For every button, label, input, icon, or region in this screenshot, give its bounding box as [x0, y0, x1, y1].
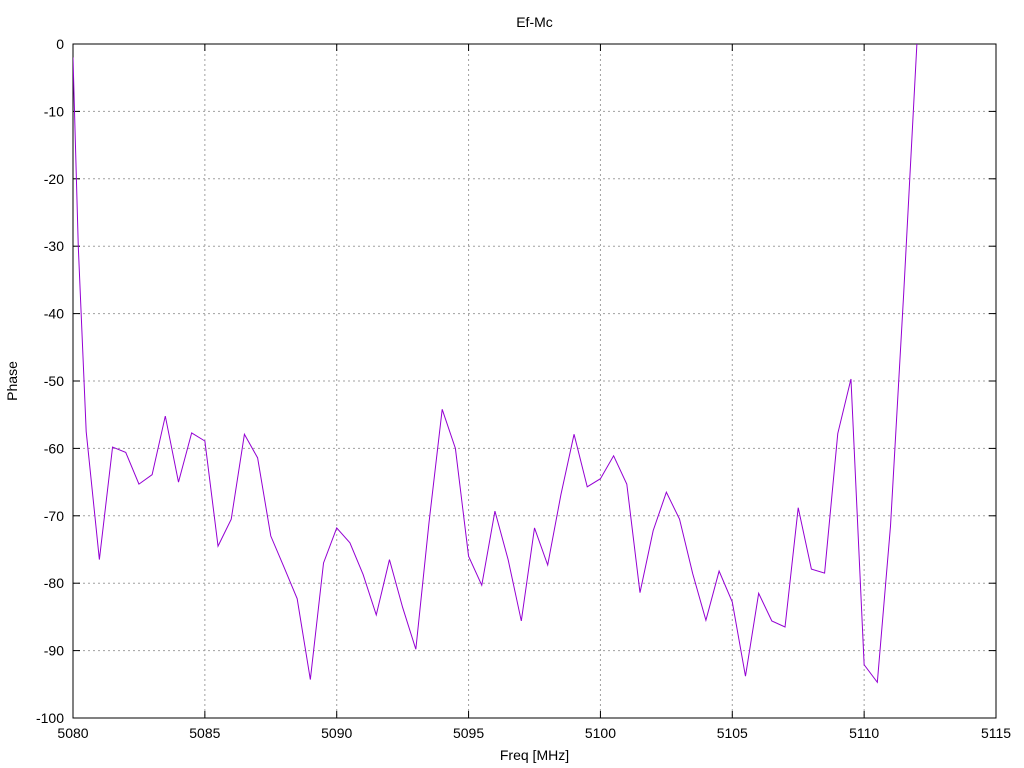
- chart: 5080 5085 5090 5095 5100 5105 5110 5115 0 -10 -20…: [4, 14, 1011, 763]
- x-tick-label: 5115: [981, 725, 1011, 741]
- chart-title: Ef-Mc: [516, 14, 553, 30]
- x-tick-label: 5090: [321, 725, 352, 741]
- series-layer: [73, 44, 918, 684]
- y-tick-label: -20: [44, 171, 64, 187]
- y-tick-label: 0: [56, 36, 64, 52]
- y-tick-label: -40: [44, 306, 64, 322]
- y-tick-label: -80: [44, 575, 64, 591]
- y-tick-labels: 0 -10 -20 -30 -40 -50 -60 -70 -80 -90 -100: [36, 36, 64, 726]
- y-tick-label: -70: [44, 508, 64, 524]
- grid-lines: [73, 44, 996, 718]
- x-tick-label: 5105: [717, 725, 748, 741]
- y-tick-label: -50: [44, 373, 64, 389]
- y-tick-label: -100: [36, 710, 64, 726]
- x-tick-label: 5080: [57, 725, 88, 741]
- y-tick-label: -60: [44, 440, 64, 456]
- x-axis-label: Freq [MHz]: [500, 747, 569, 763]
- x-tick-label: 5110: [849, 725, 879, 741]
- x-tick-label: 5095: [453, 725, 484, 741]
- y-tick-label: -90: [44, 643, 64, 659]
- x-tick-labels: 5080 5085 5090 5095 5100 5105 5110 5115: [57, 725, 1011, 741]
- y-tick-label: -10: [44, 103, 64, 119]
- x-tick-label: 5100: [585, 725, 616, 741]
- y-axis-label: Phase: [4, 361, 20, 401]
- y-tick-label: -30: [44, 238, 64, 254]
- series-line-0: [73, 44, 918, 684]
- x-tick-label: 5085: [189, 725, 220, 741]
